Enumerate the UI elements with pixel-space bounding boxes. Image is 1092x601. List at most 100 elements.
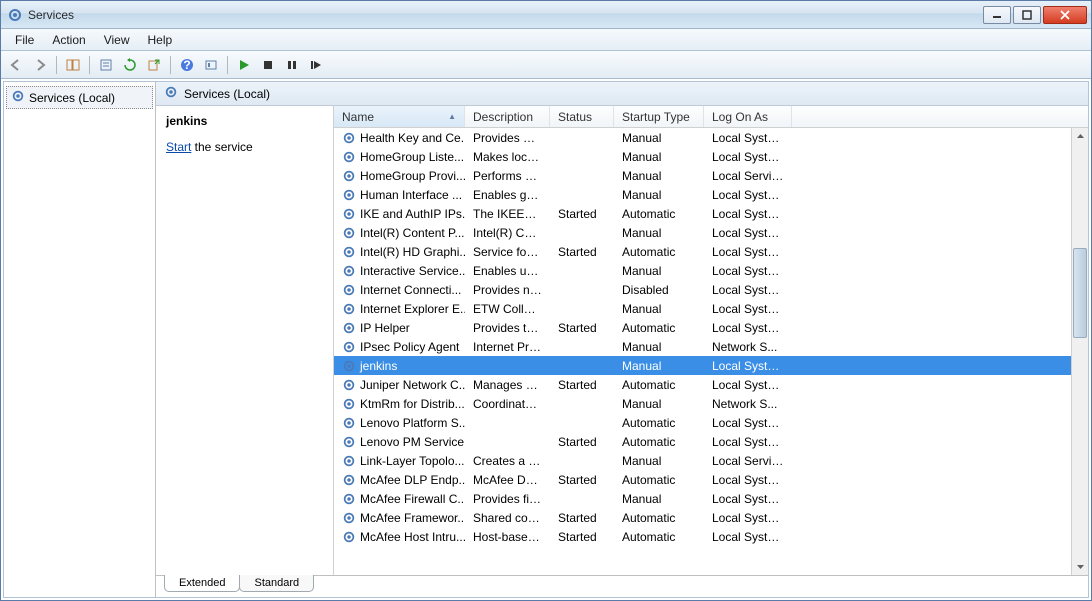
cell-log-on-as: Local Syste... (704, 377, 792, 393)
show-hide-tree-button[interactable] (62, 54, 84, 76)
stop-service-button[interactable] (257, 54, 279, 76)
service-row[interactable]: IPsec Policy AgentInternet Pro...ManualN… (334, 337, 1088, 356)
service-row[interactable]: Interactive Service...Enables use...Manu… (334, 261, 1088, 280)
maximize-button[interactable] (1013, 6, 1041, 24)
help-button[interactable]: ? (176, 54, 198, 76)
cell-status: Started (550, 510, 614, 526)
service-rows[interactable]: Health Key and Ce...Provides X.5...Manua… (334, 128, 1088, 575)
service-row[interactable]: McAfee DLP Endp...McAfee DL...StartedAut… (334, 470, 1088, 489)
view-tabs: Extended Standard (156, 575, 1088, 597)
menu-view[interactable]: View (96, 31, 138, 49)
cell-description: Internet Pro... (465, 339, 550, 355)
service-icon (342, 416, 356, 430)
cell-log-on-as: Local Syste... (704, 472, 792, 488)
service-icon (342, 378, 356, 392)
cell-description: Shared com... (465, 510, 550, 526)
service-icon (342, 131, 356, 145)
service-row[interactable]: Intel(R) HD Graphi...Service for I...Sta… (334, 242, 1088, 261)
pause-service-button[interactable] (281, 54, 303, 76)
nav-services-local[interactable]: Services (Local) (6, 86, 153, 109)
tab-standard[interactable]: Standard (239, 575, 314, 592)
column-startup-type[interactable]: Startup Type (614, 106, 704, 127)
scroll-down-button[interactable] (1072, 558, 1088, 575)
service-icon (342, 511, 356, 525)
service-row[interactable]: Juniper Network C...Manages se...Started… (334, 375, 1088, 394)
service-row[interactable]: Intel(R) Content P...Intel(R) Con...Manu… (334, 223, 1088, 242)
cell-status (550, 498, 614, 500)
minimize-button[interactable] (983, 6, 1011, 24)
service-row[interactable]: jenkinsManualLocal Syste... (334, 356, 1088, 375)
service-row[interactable]: Internet Connecti...Provides ne...Disabl… (334, 280, 1088, 299)
column-log-on-as[interactable]: Log On As (704, 106, 792, 127)
scroll-up-button[interactable] (1072, 128, 1088, 145)
menu-action[interactable]: Action (44, 31, 93, 49)
cell-status: Started (550, 206, 614, 222)
cell-log-on-as: Local Syste... (704, 130, 792, 146)
service-icon (342, 264, 356, 278)
cell-startup-type: Manual (614, 149, 704, 165)
vertical-scrollbar[interactable] (1071, 128, 1088, 575)
cell-status (550, 270, 614, 272)
column-name[interactable]: Name▲ (334, 106, 465, 127)
tab-extended[interactable]: Extended (164, 575, 240, 592)
service-row[interactable]: Internet Explorer E...ETW Collect...Manu… (334, 299, 1088, 318)
service-row[interactable]: KtmRm for Distrib...Coordinates...Manual… (334, 394, 1088, 413)
service-row[interactable]: HomeGroup Liste...Makes local...ManualLo… (334, 147, 1088, 166)
cell-status (550, 308, 614, 310)
close-button[interactable] (1043, 6, 1087, 24)
forward-button[interactable] (29, 54, 51, 76)
cell-startup-type: Automatic (614, 510, 704, 526)
selected-service-name: jenkins (166, 114, 323, 128)
export-list-button[interactable] (143, 54, 165, 76)
service-row[interactable]: Health Key and Ce...Provides X.5...Manua… (334, 128, 1088, 147)
service-row[interactable]: Link-Layer Topolo...Creates a N...Manual… (334, 451, 1088, 470)
service-row[interactable]: Lenovo Platform S...AutomaticLocal Syste… (334, 413, 1088, 432)
cell-log-on-as: Local Service (704, 168, 792, 184)
cell-name: Link-Layer Topolo... (334, 453, 465, 469)
cell-description: Enables gen... (465, 187, 550, 203)
back-button[interactable] (5, 54, 27, 76)
service-icon (342, 473, 356, 487)
service-row[interactable]: Human Interface ...Enables gen...ManualL… (334, 185, 1088, 204)
service-row[interactable]: IKE and AuthIP IPs...The IKEEXT ...Start… (334, 204, 1088, 223)
cell-log-on-as: Local Syste... (704, 225, 792, 241)
cell-startup-type: Manual (614, 491, 704, 507)
start-service-link[interactable]: Start (166, 140, 191, 154)
cell-description: Coordinates... (465, 396, 550, 412)
cell-name: McAfee Framewor... (334, 510, 465, 526)
cell-description: Provides tu... (465, 320, 550, 336)
console-tree[interactable]: Services (Local) (4, 82, 156, 597)
toolbar-button[interactable] (200, 54, 222, 76)
cell-startup-type: Manual (614, 396, 704, 412)
service-row[interactable]: IP HelperProvides tu...StartedAutomaticL… (334, 318, 1088, 337)
service-row[interactable]: HomeGroup Provi...Performs ne...ManualLo… (334, 166, 1088, 185)
cell-log-on-as: Local Syste... (704, 301, 792, 317)
scroll-thumb[interactable] (1073, 248, 1087, 338)
cell-name: Internet Explorer E... (334, 301, 465, 317)
start-service-button[interactable] (233, 54, 255, 76)
cell-startup-type: Manual (614, 358, 704, 374)
cell-log-on-as: Local Syste... (704, 244, 792, 260)
service-row[interactable]: McAfee Firewall C...Provides fir...Manua… (334, 489, 1088, 508)
service-row[interactable]: McAfee Framewor...Shared com...StartedAu… (334, 508, 1088, 527)
cell-status (550, 346, 614, 348)
column-description[interactable]: Description (465, 106, 550, 127)
restart-service-button[interactable] (305, 54, 327, 76)
cell-status (550, 194, 614, 196)
properties-button[interactable] (95, 54, 117, 76)
menu-file[interactable]: File (7, 31, 42, 49)
cell-description: Service for I... (465, 244, 550, 260)
cell-status (550, 156, 614, 158)
titlebar[interactable]: Services (1, 1, 1091, 29)
cell-log-on-as: Local Syste... (704, 510, 792, 526)
refresh-button[interactable] (119, 54, 141, 76)
cell-name: Human Interface ... (334, 187, 465, 203)
cell-name: Intel(R) HD Graphi... (334, 244, 465, 260)
sort-asc-icon: ▲ (448, 112, 456, 121)
cell-status: Started (550, 320, 614, 336)
service-row[interactable]: Lenovo PM ServiceStartedAutomaticLocal S… (334, 432, 1088, 451)
service-row[interactable]: McAfee Host Intru...Host-based ...Starte… (334, 527, 1088, 546)
cell-description: Manages se... (465, 377, 550, 393)
column-status[interactable]: Status (550, 106, 614, 127)
menu-help[interactable]: Help (140, 31, 181, 49)
